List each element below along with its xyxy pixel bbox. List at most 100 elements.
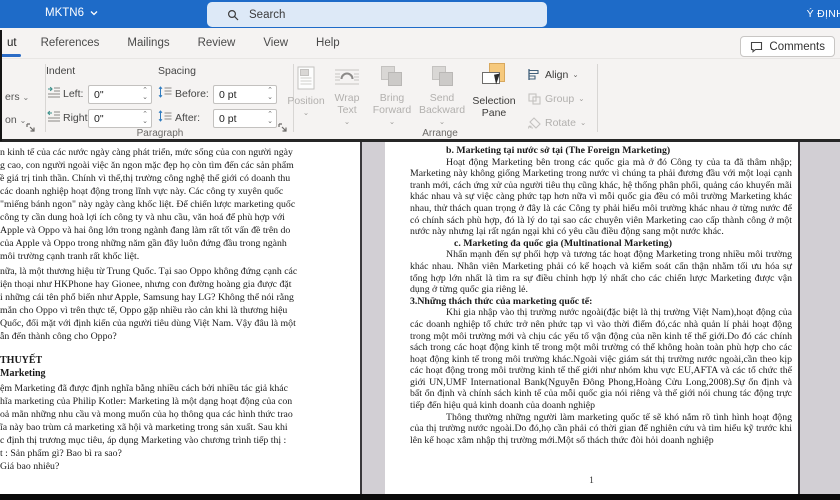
group-separator [597,64,598,132]
indent-left-label: Left: [63,88,84,100]
title-bar-right-text: Ý ĐỊNH [806,8,840,20]
spinner-icon[interactable]: ⌃ ⌄ [267,111,273,125]
ribbon-tab-row: ut References Mailings Review View Help … [0,28,840,58]
selection-pane-button[interactable]: Selection Pane [470,62,518,128]
bottom-black-bar [0,494,840,500]
text-line: Apple và Oppo và hai ông lớn trong ngành… [0,225,291,236]
page-right[interactable]: b. Marketing tại nước sở tại (The Foreig… [385,142,800,494]
line-numbers-button-partial[interactable]: ers ⌄ [5,91,29,103]
comment-icon [750,41,763,53]
paragraph: Nhấn mạnh đến sự phối hợp và tương tác h… [410,249,792,296]
text-line: g cao, con người ngoài việc ăn ngon mặc … [0,160,294,171]
tab-view[interactable]: View [249,28,302,58]
text-line: c định thị trương mục tiêu, áp dụng Mark… [0,435,287,446]
indent-right-icon [47,110,61,122]
paragraph: ệm Marketing đã được định nghĩa bằng nhi… [0,382,350,473]
heading-challenges: 3.Những thách thức của marketing quốc tế… [410,295,593,307]
comments-button[interactable]: Comments [740,36,835,57]
spacing-before-field[interactable]: 0 pt ⌃ ⌄ [213,85,277,104]
tab-mailings[interactable]: Mailings [113,28,183,58]
selection-pane-icon [482,63,506,91]
paragraph: Hoạt động Marketing bên trong các quốc g… [410,156,792,238]
chevron-down-icon [90,9,98,17]
indent-title: Indent [46,65,76,77]
spacing-before-label: Before: [175,88,209,100]
text-line: các doanh nghiệp hoạt động trong lĩnh vự… [0,186,284,197]
spacing-after-icon [158,110,172,122]
tab-layout-partial[interactable]: ut [0,28,27,58]
text-line: oả mãn những nhu cầu và mong muốn của họ… [0,409,293,420]
wrap-text-icon [334,65,360,88]
rotate-button[interactable]: Rotate ⌄ [527,116,586,129]
heading-foreign-marketing: b. Marketing tại nước sở tại (The Foreig… [446,145,671,156]
position-button[interactable]: Position ⌄ [287,62,325,128]
text-line: môi trường cạnh tranh rất khốc liệt. [0,251,140,262]
text-line: mắn cho Oppo vì trên thực tế, Oppo gặp n… [0,305,288,316]
paragraph: n kinh tế của các nước ngày càng phát tr… [0,146,350,263]
rotate-icon [527,116,541,129]
page-left[interactable]: n kinh tế của các nước ngày càng phát tr… [0,142,362,494]
bring-forward-button[interactable]: Bring Forward ⌄ [369,62,415,128]
section-heading: Marketing [0,368,46,379]
paragraph: nữa, là một thương hiệu từ Trung Quốc. T… [0,265,350,343]
align-button[interactable]: Align ⌄ [527,68,579,81]
search-input[interactable]: Search [207,2,547,27]
text-line: ề giá trị tinh thần. Chính vì thế,thị tr… [0,173,291,184]
document-title-menu[interactable]: MKTN6 [45,7,98,19]
indent-left-icon [47,86,61,98]
indent-right-field[interactable]: 0" ⌃ ⌄ [88,109,152,128]
spacing-title: Spacing [158,65,196,77]
spinner-icon[interactable]: ⌃ ⌄ [267,87,273,101]
document-canvas[interactable]: n kinh tế của các nước ngày càng phát tr… [0,142,840,494]
bring-forward-icon [380,65,404,88]
page-number: 1 [589,476,594,487]
tab-references[interactable]: References [27,28,114,58]
text-line: công ty cần dung hoà lợi ích công ty và … [0,212,285,223]
search-icon [227,9,239,21]
paragraph-group-caption: Paragraph [136,128,184,139]
comments-label: Comments [769,40,825,53]
text-line: Quốc, đối mặt với định kiến của người ti… [0,318,296,329]
text-line: iện thoại như HKPhone hay Gionee, nhưng … [0,279,292,290]
text-line: n kinh tế của các nước ngày càng phát tr… [0,147,293,158]
text-line: ĩa này bao trùm cả marketing xã hội và m… [0,422,288,433]
indent-left-field[interactable]: 0" ⌃ ⌄ [88,85,152,104]
text-line: hĩa marketing của Philip Kotler: Marketi… [0,396,293,407]
hyphenation-button-partial[interactable]: on ⌄ [5,114,26,126]
spacing-before-icon [158,86,172,98]
spacing-after-field[interactable]: 0 pt ⌃ ⌄ [213,109,277,128]
send-backward-icon [430,65,454,88]
text-line: ệm Marketing đã được định nghĩa bằng nhi… [0,383,288,394]
text-line: "miếng bánh ngon" này ngày càng khốc liệ… [0,199,296,210]
arrange-group-caption: Arrange [422,128,458,139]
group-button[interactable]: Group ⌄ [527,92,584,105]
ribbon: ers ⌄ on ⌄ Indent Spacing Left: 0" ⌃ ⌄ Ri… [0,58,840,139]
paragraph: Thông thường những người làm marketing q… [410,411,792,446]
title-bar: MKTN6 Search Ý ĐỊNH [0,0,840,28]
send-backward-button[interactable]: Send Backward ⌄ [418,62,466,128]
wrap-text-button[interactable]: Wrap Text ⌄ [327,62,367,128]
group-objects-icon [527,92,541,105]
paragraph: Khi gia nhập vào thị trường nước ngoài(đ… [410,307,792,412]
dialog-launcher-icon[interactable] [26,123,38,135]
text-line: ẫn đến thành công cho Oppo? [0,331,117,342]
heading-multinational-marketing: c. Marketing đa quốc gia (Multinational … [454,237,672,249]
ribbon-bottom-border [0,139,840,142]
spinner-icon[interactable]: ⌃ ⌄ [142,111,148,125]
search-placeholder: Search [249,8,286,21]
text-line: của Apple và Oppo trong những năm gần đâ… [0,238,287,249]
position-icon [296,65,316,91]
indent-right-label: Right: [63,112,91,124]
window-left-edge [0,30,2,141]
section-heading: THUYẾT [0,355,43,366]
tab-review[interactable]: Review [184,28,250,58]
align-icon [527,68,541,81]
text-line: i những cái tên phổ biến như Apple, Sams… [0,292,294,303]
spinner-icon[interactable]: ⌃ ⌄ [142,87,148,101]
text-line: nữa, là một thương hiệu từ Trung Quốc. T… [0,266,298,277]
document-title: MKTN6 [45,7,84,19]
text-line: t : Sản phẩm gì? Bao bì ra sao? [0,448,122,459]
tab-help[interactable]: Help [302,28,354,58]
spacing-after-label: After: [175,112,201,124]
text-line: Giá bao nhiêu? [0,461,60,472]
